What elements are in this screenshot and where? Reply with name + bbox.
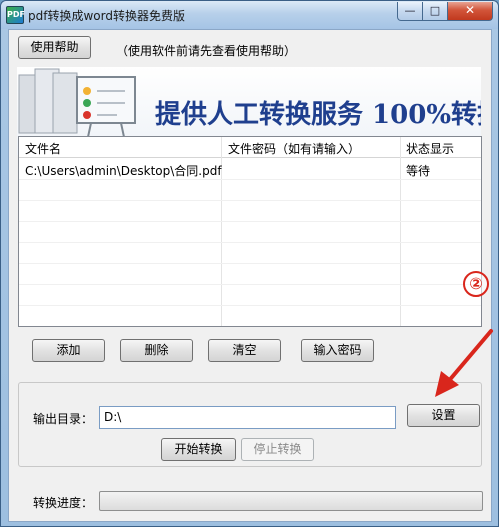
client-area: 使用帮助 （使用软件前请先查看使用帮助） 提供人工转换服务 100%转换 文件名… [8, 29, 492, 522]
clear-button[interactable]: 清空 [208, 339, 281, 362]
minimize-button[interactable]: — [397, 2, 423, 21]
output-dir-label: 输出目录： [33, 412, 94, 426]
column-header-filename[interactable]: 文件名 [25, 140, 61, 157]
column-divider [400, 137, 401, 326]
conversion-progress-bar [99, 491, 483, 511]
column-header-password[interactable]: 文件密码（如有请输入） [228, 140, 360, 157]
stop-convert-button: 停止转换 [241, 438, 314, 461]
close-button[interactable]: ✕ [447, 2, 493, 21]
row-divider [19, 284, 481, 285]
row-divider [19, 221, 481, 222]
set-output-button[interactable]: 设置 [407, 404, 480, 427]
file-status-cell: 等待 [406, 164, 431, 178]
help-button[interactable]: 使用帮助 [18, 36, 91, 59]
window-title: pdf转换成word转换器免费版 [28, 9, 185, 23]
app-icon: PDF [6, 6, 25, 24]
delete-button[interactable]: 删除 [120, 339, 193, 362]
step-number-annotation: ② [463, 271, 489, 297]
output-dir-input[interactable]: D:\ [99, 406, 396, 429]
table-header: 文件名 文件密码（如有请输入） 状态显示 [19, 137, 481, 158]
progress-label: 转换进度： [33, 496, 94, 510]
row-divider [19, 179, 481, 180]
start-convert-button[interactable]: 开始转换 [161, 438, 236, 461]
title-bar[interactable]: PDF pdf转换成word转换器免费版 — □ ✕ [1, 1, 498, 29]
row-divider [19, 200, 481, 201]
enter-password-button[interactable]: 输入密码 [301, 339, 374, 362]
row-divider [19, 263, 481, 264]
app-window: PDF pdf转换成word转换器免费版 — □ ✕ 使用帮助 （使用软件前请先… [0, 0, 499, 527]
help-hint: （使用软件前请先查看使用帮助） [116, 44, 297, 58]
file-list-table[interactable]: 文件名 文件密码（如有请输入） 状态显示 C:\Users\admin\Desk… [18, 136, 482, 327]
row-divider [19, 242, 481, 243]
banner-slogan: 提供人工转换服务 100%转换 [155, 100, 481, 130]
row-divider [19, 305, 481, 306]
add-button[interactable]: 添加 [32, 339, 105, 362]
maximize-button[interactable]: □ [422, 2, 448, 21]
red-arrow-icon [435, 329, 493, 397]
file-path-cell: C:\Users\admin\Desktop\合同.pdf [25, 164, 222, 178]
column-header-status[interactable]: 状态显示 [406, 140, 454, 157]
